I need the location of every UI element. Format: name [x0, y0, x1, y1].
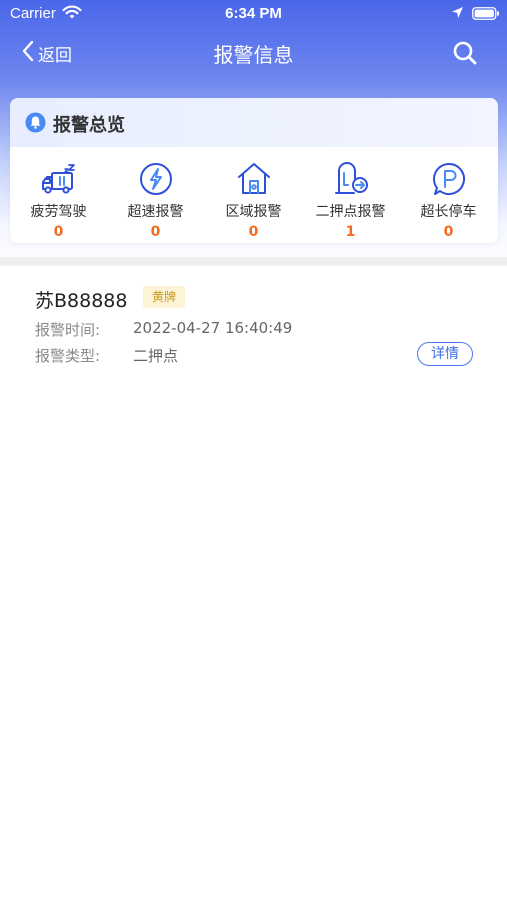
parking-icon [430, 161, 468, 197]
alarm-count: 0 [53, 224, 64, 240]
alarm-label: 区域报警 [225, 204, 282, 220]
speed-bolt-icon [137, 161, 175, 197]
alarm-item-fatigue[interactable]: 疲劳驾驶 0 [10, 161, 107, 240]
alarm-type-value: 二押点 [133, 347, 179, 365]
status-bar: Carrier 6:34 PM [0, 0, 507, 28]
alarm-item-long-parking[interactable]: 超长停车 0 [400, 161, 497, 240]
search-icon [452, 41, 478, 70]
alarm-time-label: 报警时间: [35, 321, 101, 339]
alarm-overview-card: 报警总览 疲劳驾驶 0 超速报警 0 区域报警 0 二押点报警 1 超长停车 0 [10, 98, 498, 243]
detail-button[interactable]: 详情 [417, 342, 473, 366]
location-arrow-icon [451, 6, 464, 23]
alarm-label: 二押点报警 [315, 204, 386, 220]
alarm-label: 超速报警 [127, 204, 184, 220]
alarm-item-secondary-pledge[interactable]: 二押点报警 1 [302, 161, 399, 240]
nav-bar: 返回 报警信息 [0, 28, 507, 76]
plate-type-badge: 黄牌 [143, 286, 185, 308]
section-divider [0, 257, 507, 266]
overview-header: 报警总览 [10, 98, 498, 147]
clock: 6:34 PM [225, 5, 282, 22]
alarm-count: 0 [150, 224, 161, 240]
area-house-icon [235, 161, 273, 197]
search-button[interactable] [452, 40, 478, 66]
alarm-count: 0 [248, 224, 259, 240]
alarm-time-value: 2022-04-27 16:40:49 [133, 319, 293, 337]
overview-title: 报警总览 [53, 115, 125, 136]
alarm-count: 0 [443, 224, 454, 240]
alarm-category-grid: 疲劳驾驶 0 超速报警 0 区域报警 0 二押点报警 1 超长停车 0 [10, 161, 498, 243]
secondary-pledge-icon [332, 161, 370, 197]
page-title: 报警信息 [213, 43, 294, 67]
battery-icon [472, 7, 500, 24]
alarm-count: 1 [345, 224, 356, 240]
alarm-label: 疲劳驾驶 [30, 204, 87, 220]
alarm-item-area[interactable]: 区域报警 0 [205, 161, 302, 240]
alarm-type-label: 报警类型: [35, 347, 101, 365]
plate-number: 苏B88888 [35, 290, 128, 312]
bell-icon [25, 112, 46, 137]
alarm-item-speeding[interactable]: 超速报警 0 [107, 161, 204, 240]
alarm-label: 超长停车 [420, 204, 477, 220]
fatigue-truck-icon [40, 161, 78, 197]
alarm-record-item[interactable]: 苏B88888 黄牌 报警时间: 2022-04-27 16:40:49 报警类… [0, 266, 507, 381]
